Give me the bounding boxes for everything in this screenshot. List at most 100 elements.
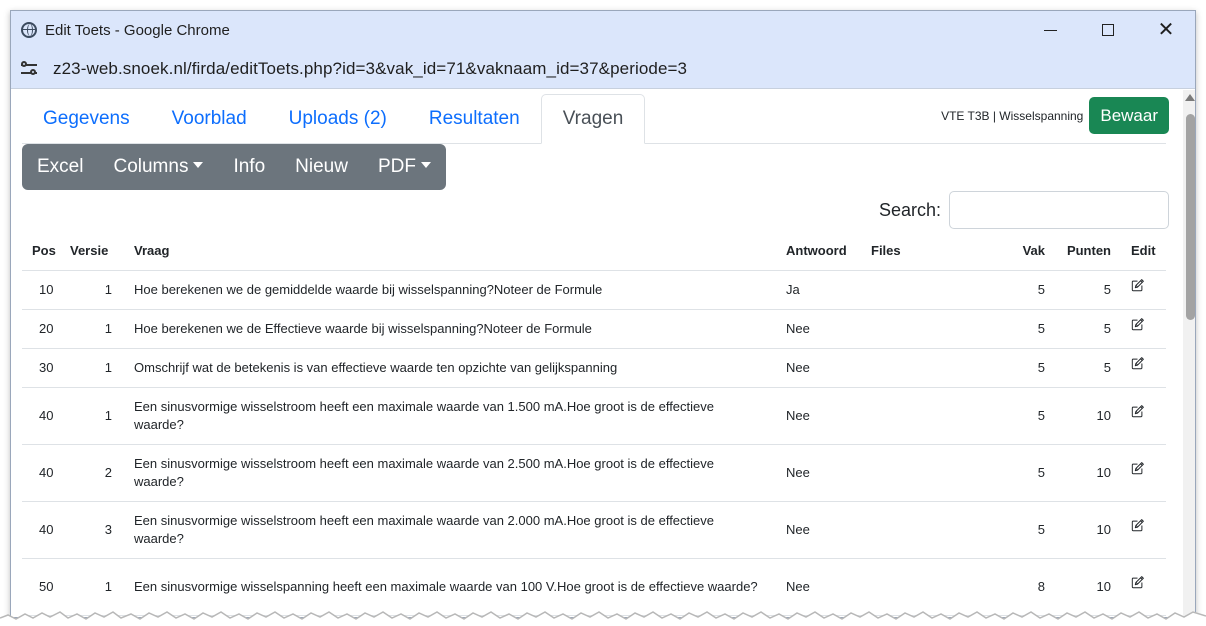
cell-punten: 10 (1055, 501, 1121, 559)
info-label: Info (233, 156, 266, 177)
pdf-label: PDF (377, 156, 416, 177)
columns-label: Columns (113, 156, 189, 177)
header-vraag[interactable]: Vraag (122, 232, 776, 271)
minimize-button[interactable] (1021, 11, 1079, 49)
scrollbar-thumb[interactable] (1186, 114, 1195, 320)
close-icon: ✕ (1157, 19, 1175, 41)
cell-pos: 40 (22, 387, 70, 445)
header-files[interactable]: Files (861, 232, 1011, 271)
table-row: 40 2 Een sinusvormige wisselstroom heeft… (22, 444, 1166, 502)
edit-icon[interactable] (1131, 278, 1144, 292)
window-title: Edit Toets - Google Chrome (45, 21, 230, 39)
tab-voorblad[interactable]: Voorblad (151, 94, 268, 144)
cell-antwoord: Nee (776, 444, 861, 502)
cell-punten: 10 (1055, 387, 1121, 445)
page-viewport: Gegevens Voorblad Uploads (2) Resultaten… (11, 90, 1195, 617)
cell-punten: 5 (1055, 348, 1121, 388)
cell-punten: 5 (1055, 309, 1121, 349)
cell-files (861, 270, 1011, 310)
tab-resultaten[interactable]: Resultaten (408, 94, 541, 144)
window-controls: ✕ (1021, 11, 1195, 49)
header-antwoord[interactable]: Antwoord (776, 232, 861, 271)
table-toolbar: Excel Columns Info Nieuw PDF (22, 144, 446, 190)
tab-vragen[interactable]: Vragen (540, 94, 646, 144)
cell-vak: 5 (1011, 387, 1055, 445)
cell-files (861, 348, 1011, 388)
globe-icon (21, 22, 37, 38)
edit-icon[interactable] (1131, 461, 1144, 475)
subject-label: VTE T3B | Wisselspanning (941, 108, 1084, 123)
cell-files (861, 309, 1011, 349)
info-button[interactable]: Info (218, 144, 280, 190)
url-text[interactable]: z23-web.snoek.nl/firda/editToets.php?id=… (53, 59, 687, 79)
cell-files (861, 444, 1011, 502)
scroll-up-arrow-icon[interactable] (1185, 94, 1195, 101)
header-edit: Edit (1121, 232, 1166, 271)
edit-icon[interactable] (1131, 317, 1144, 331)
cell-edit (1121, 501, 1166, 559)
header-right: VTE T3B | Wisselspanning Bewaar (941, 97, 1169, 134)
cell-pos: 40 (22, 501, 70, 559)
tab-gegevens[interactable]: Gegevens (22, 94, 151, 144)
maximize-button[interactable] (1079, 11, 1137, 49)
cell-vraag: Een sinusvormige wisselstroom heeft een … (122, 501, 776, 559)
cell-vak: 5 (1011, 348, 1055, 388)
cell-vak: 5 (1011, 309, 1055, 349)
cell-vraag: Omschrijf wat de betekenis is van effect… (122, 348, 776, 388)
tab-bar: Gegevens Voorblad Uploads (2) Resultaten… (22, 92, 646, 144)
caret-down-icon (420, 162, 431, 168)
search-input[interactable] (949, 191, 1169, 229)
minimize-icon (1043, 29, 1057, 31)
questions-table: Pos Versie Vraag Antwoord Files Vak Punt… (22, 232, 1166, 616)
header-punten[interactable]: Punten (1055, 232, 1121, 271)
excel-button[interactable]: Excel (22, 144, 98, 190)
site-settings-icon[interactable] (19, 59, 39, 79)
nieuw-label: Nieuw (295, 156, 348, 177)
table-row: 30 1 Omschrijf wat de betekenis is van e… (22, 348, 1166, 388)
table-row: 40 3 Een sinusvormige wisselstroom heeft… (22, 501, 1166, 559)
cell-vraag: Hoe berekenen we de gemiddelde waarde bi… (122, 270, 776, 310)
cell-antwoord: Nee (776, 348, 861, 388)
save-button[interactable]: Bewaar (1089, 97, 1169, 134)
title-bar: Edit Toets - Google Chrome ✕ (11, 11, 1195, 49)
cell-pos: 40 (22, 444, 70, 502)
cell-files (861, 501, 1011, 559)
cell-pos: 20 (22, 309, 70, 349)
maximize-icon (1102, 24, 1114, 36)
edit-icon[interactable] (1131, 404, 1144, 418)
cell-antwoord: Nee (776, 501, 861, 559)
cell-edit (1121, 387, 1166, 445)
tab-uploads[interactable]: Uploads (2) (268, 94, 408, 144)
cell-versie: 1 (70, 270, 122, 310)
cell-vraag: Een sinusvormige wisselstroom heeft een … (122, 444, 776, 502)
pdf-dropdown[interactable]: PDF (363, 144, 446, 190)
table-header-row: Pos Versie Vraag Antwoord Files Vak Punt… (22, 232, 1166, 271)
header-pos[interactable]: Pos (22, 232, 70, 271)
search-label: Search: (878, 199, 941, 220)
cell-punten: 5 (1055, 270, 1121, 310)
search-box: Search: (879, 191, 1169, 229)
header-vak[interactable]: Vak (1011, 232, 1055, 271)
caret-down-icon (193, 162, 204, 168)
cell-edit (1121, 444, 1166, 502)
cell-vak: 5 (1011, 444, 1055, 502)
cell-vraag: Een sinusvormige wisselstroom heeft een … (122, 387, 776, 445)
cell-vraag: Hoe berekenen we de Effectieve waarde bi… (122, 309, 776, 349)
cell-edit (1121, 270, 1166, 310)
cell-antwoord: Nee (776, 387, 861, 445)
table-row: 20 1 Hoe berekenen we de Effectieve waar… (22, 309, 1166, 349)
cell-edit (1121, 309, 1166, 349)
header-versie[interactable]: Versie (70, 232, 122, 271)
nieuw-button[interactable]: Nieuw (280, 144, 363, 190)
edit-icon[interactable] (1131, 356, 1144, 370)
cell-pos: 30 (22, 348, 70, 388)
torn-edge-decoration (0, 611, 1206, 626)
cell-pos: 10 (22, 270, 70, 310)
vertical-scrollbar[interactable] (1183, 90, 1195, 617)
edit-icon[interactable] (1131, 575, 1144, 589)
table-row: 40 1 Een sinusvormige wisselstroom heeft… (22, 387, 1166, 445)
close-button[interactable]: ✕ (1137, 11, 1195, 49)
columns-dropdown[interactable]: Columns (98, 144, 218, 190)
cell-files (861, 387, 1011, 445)
edit-icon[interactable] (1131, 518, 1144, 532)
